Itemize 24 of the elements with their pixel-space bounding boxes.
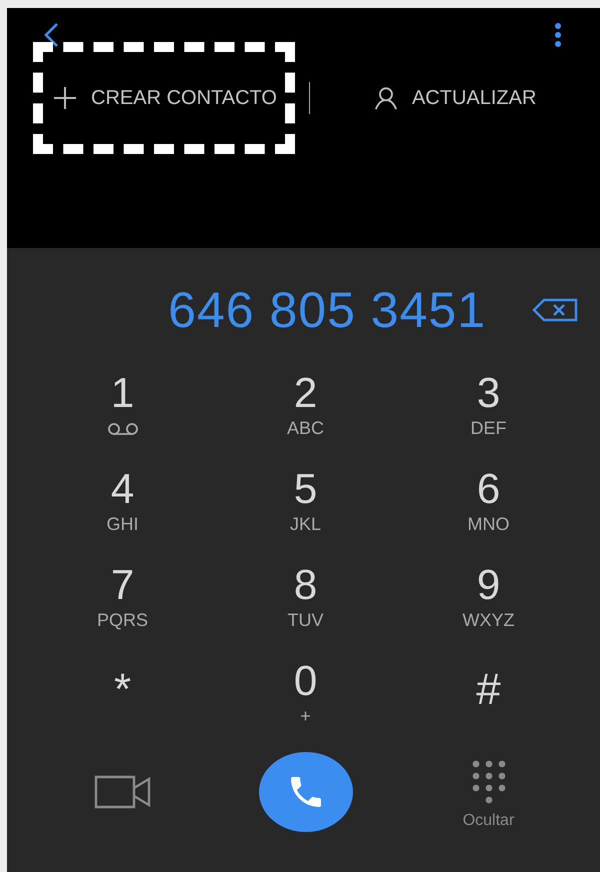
- dial-key[interactable]: 5 JKL: [214, 460, 397, 556]
- phone-number: 646 805 3451: [168, 281, 486, 339]
- dial-key[interactable]: 6 MNO: [397, 460, 580, 556]
- person-icon: [374, 86, 398, 110]
- more-options-icon[interactable]: [554, 22, 562, 48]
- dial-key[interactable]: 3 DEF: [397, 364, 580, 460]
- video-camera-icon[interactable]: [94, 775, 152, 809]
- backspace-icon[interactable]: [532, 298, 578, 322]
- dial-key[interactable]: 1: [31, 364, 214, 460]
- voicemail-icon: [106, 422, 138, 436]
- dial-key[interactable]: 9 WXYZ: [397, 556, 580, 652]
- plus-icon: [53, 86, 77, 110]
- keypad-icon[interactable]: [472, 760, 506, 806]
- dial-key[interactable]: 7 PQRS: [31, 556, 214, 652]
- back-icon[interactable]: [43, 22, 59, 48]
- update-contact-button[interactable]: ACTUALIZAR: [372, 82, 538, 114]
- hide-keypad-label[interactable]: Ocultar: [462, 812, 514, 830]
- dial-key[interactable]: 0 +: [214, 652, 397, 748]
- dial-key[interactable]: *: [31, 652, 214, 748]
- dial-key[interactable]: #: [397, 652, 580, 748]
- create-contact-button[interactable]: CREAR CONTACTO: [51, 82, 279, 114]
- dial-key[interactable]: 2 ABC: [214, 364, 397, 460]
- dial-key[interactable]: 4 GHI: [31, 460, 214, 556]
- dial-key[interactable]: 8 TUV: [214, 556, 397, 652]
